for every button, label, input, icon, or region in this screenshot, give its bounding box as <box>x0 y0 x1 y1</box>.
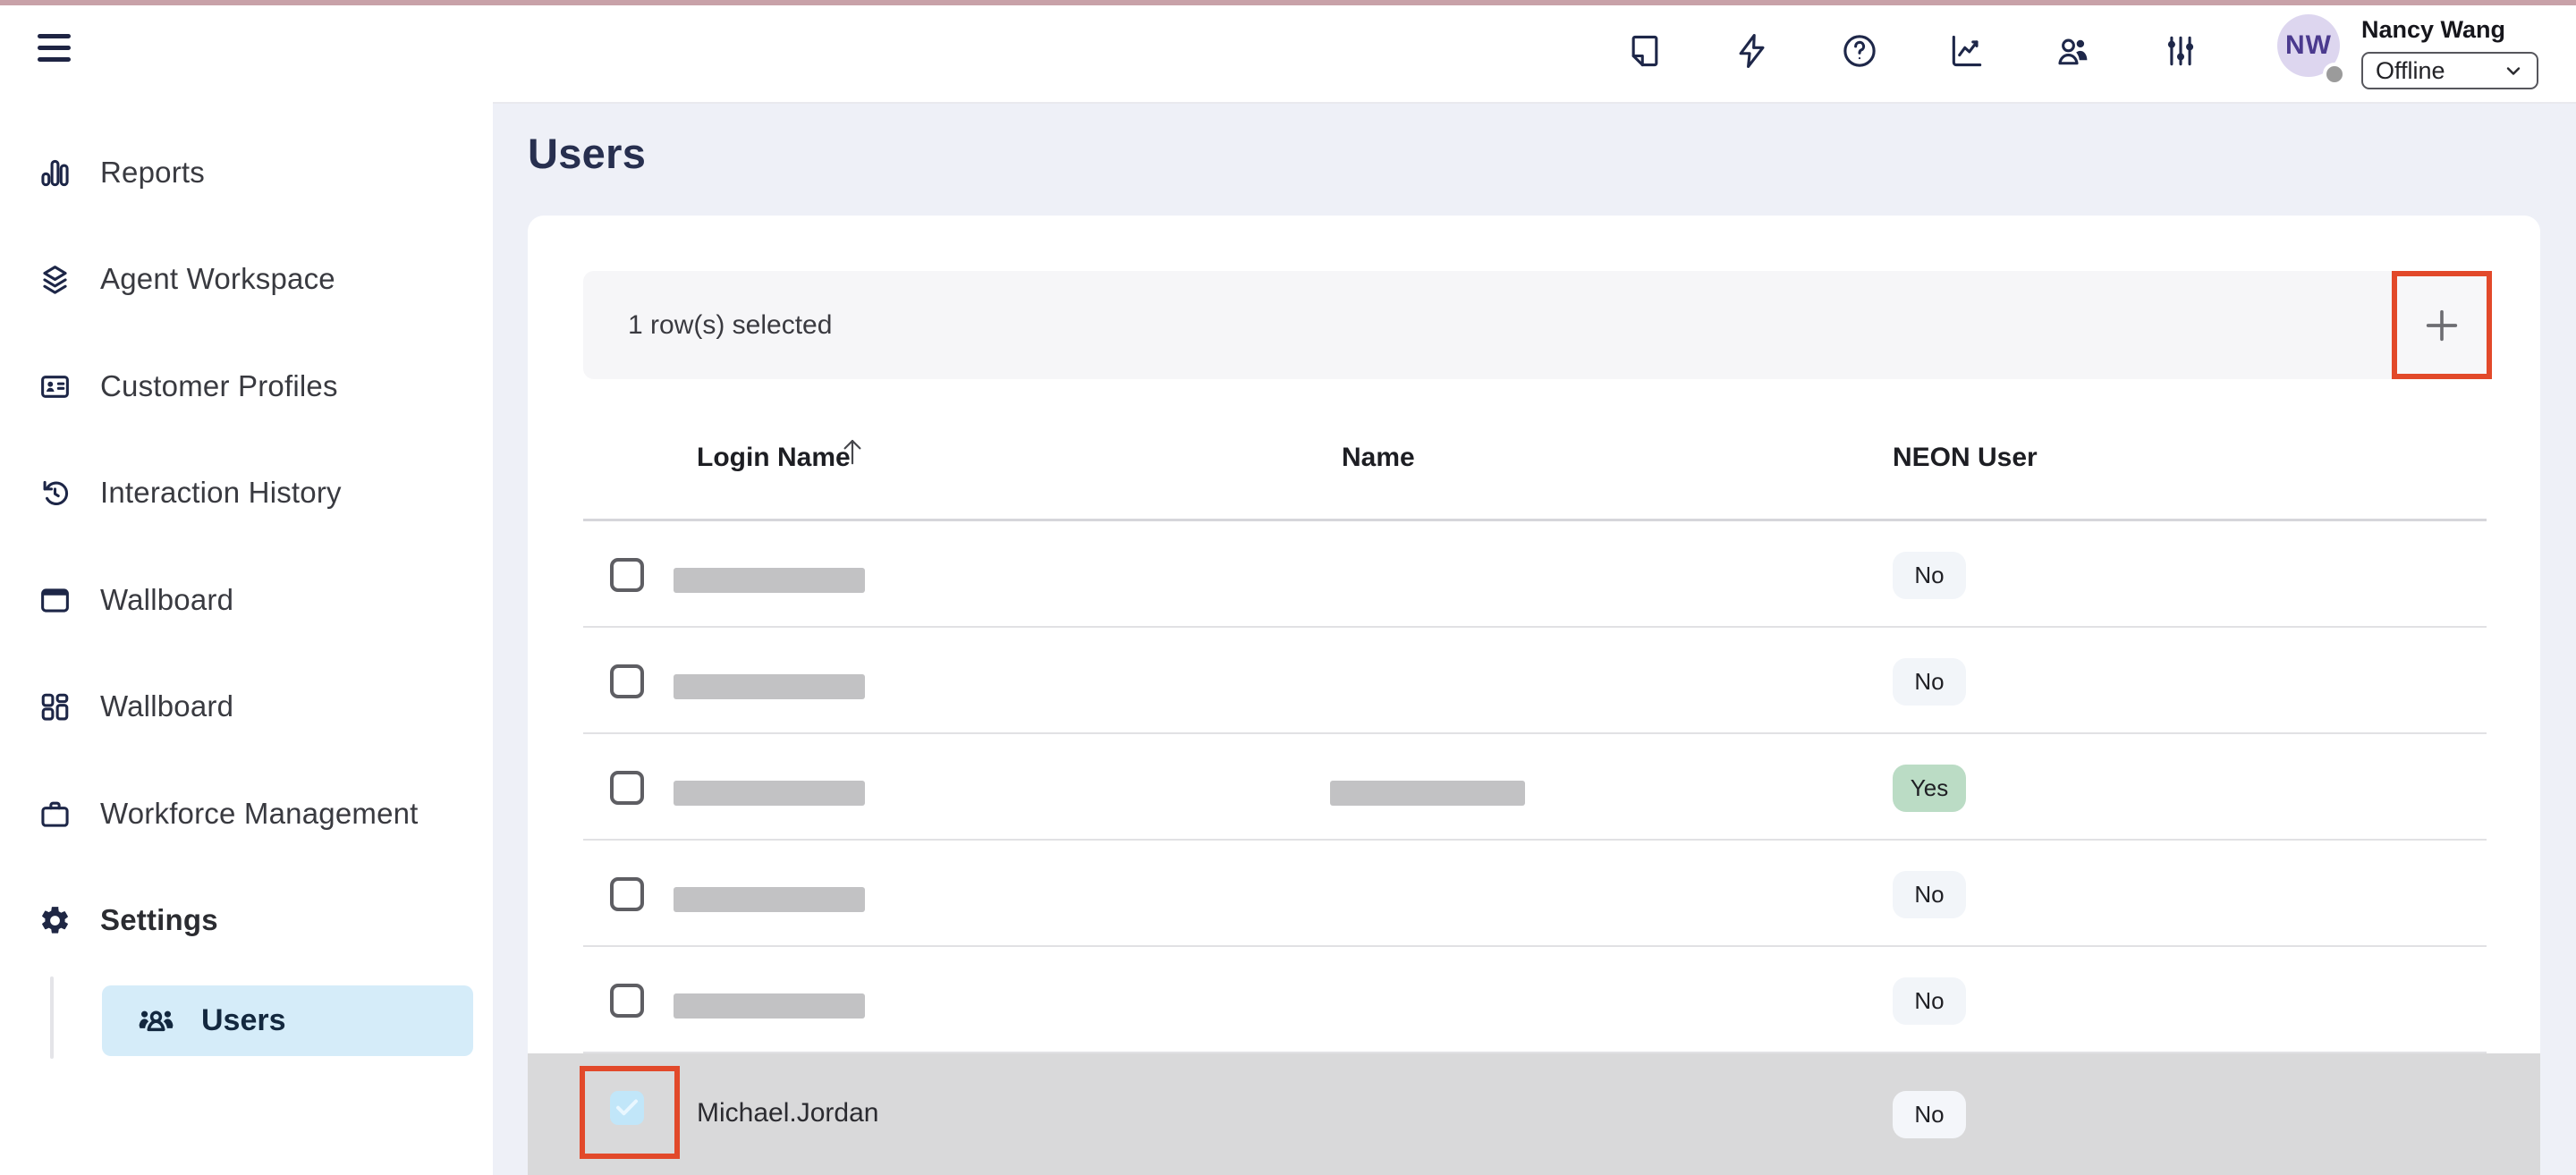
add-user-button[interactable] <box>2392 271 2492 379</box>
sidebar-item-label: Workforce Management <box>100 797 419 831</box>
table-row[interactable]: No <box>528 841 2540 947</box>
row-checkbox[interactable] <box>610 984 644 1018</box>
history-icon <box>38 477 72 510</box>
supervisor-users-icon[interactable] <box>2054 31 2093 71</box>
column-header-neon-user[interactable]: NEON User <box>1893 439 2038 477</box>
users-group-icon <box>136 1004 176 1038</box>
sort-asc-icon[interactable] <box>839 435 866 468</box>
hamburger-menu-icon[interactable] <box>38 34 71 73</box>
topbar: NW Nancy Wang Offline <box>493 5 2576 104</box>
presence-dot <box>2323 63 2346 86</box>
column-header-name[interactable]: Name <box>1342 439 1415 477</box>
avatar-initials: NW <box>2285 30 2332 61</box>
sidebar-item-wallboard[interactable]: Wallboard <box>0 579 493 621</box>
sidebar-item-label: Customer Profiles <box>100 369 338 403</box>
sidebar-item-settings[interactable]: Settings <box>0 899 493 942</box>
help-icon[interactable] <box>1840 31 1879 71</box>
neon-user-badge: No <box>1893 1091 1966 1138</box>
redacted-login-name <box>674 568 865 593</box>
table-row[interactable]: No <box>528 947 2540 1053</box>
column-header-login-name[interactable]: Login Name <box>697 439 851 477</box>
sidebar: Reports Agent Workspace Customer Profile… <box>0 5 493 1175</box>
neon-user-badge: No <box>1893 977 1966 1025</box>
subnav-indent-line <box>50 976 54 1059</box>
redacted-login-name <box>674 993 865 1019</box>
sidebar-item-label: Wallboard <box>100 583 233 617</box>
preferences-sliders-icon[interactable] <box>2161 31 2200 71</box>
sidebar-item-reports[interactable]: Reports <box>0 151 493 194</box>
quick-actions-icon[interactable] <box>1733 31 1772 71</box>
redacted-login-name <box>674 781 865 806</box>
neon-user-badge: Yes <box>1893 765 1966 812</box>
table-row[interactable]: Yes <box>528 734 2540 841</box>
redacted-login-name <box>674 674 865 699</box>
check-icon <box>614 1095 640 1121</box>
sidebar-item-users[interactable]: Users <box>102 985 473 1056</box>
analytics-icon[interactable] <box>1947 31 1987 71</box>
redacted-name <box>1330 781 1525 806</box>
sidebar-item-label: Reports <box>100 156 205 190</box>
briefcase-icon <box>38 798 72 831</box>
sidebar-item-wallboard-2[interactable]: Wallboard <box>0 685 493 728</box>
neon-user-badge: No <box>1893 658 1966 706</box>
table-row[interactable]: No <box>528 628 2540 734</box>
row-checkbox[interactable] <box>610 877 644 911</box>
plus-icon <box>2421 305 2462 346</box>
notes-icon[interactable] <box>1625 31 1665 71</box>
sidebar-item-interaction-history[interactable]: Interaction History <box>0 471 493 514</box>
user-name: Nancy Wang <box>2361 16 2505 44</box>
selection-toolbar: 1 row(s) selected <box>583 271 2392 379</box>
status-select[interactable]: Offline <box>2361 52 2538 89</box>
id-card-icon <box>38 370 72 403</box>
chevron-down-icon <box>2503 60 2524 81</box>
row-checkbox[interactable] <box>610 664 644 698</box>
neon-user-badge: No <box>1893 871 1966 918</box>
sidebar-item-label: Wallboard <box>100 689 233 723</box>
selected-row-checkbox[interactable] <box>610 1091 644 1125</box>
sidebar-item-label: Interaction History <box>100 476 342 510</box>
sidebar-item-agent-workspace[interactable]: Agent Workspace <box>0 258 493 300</box>
table-row[interactable]: No <box>528 521 2540 628</box>
row-checkbox[interactable] <box>610 558 644 592</box>
selection-count-text: 1 row(s) selected <box>628 310 832 341</box>
status-select-value: Offline <box>2376 57 2503 85</box>
table-row-selected[interactable]: Michael.Jordan No <box>528 1053 2540 1175</box>
redacted-login-name <box>674 887 865 912</box>
page-title: Users <box>528 129 646 178</box>
sidebar-item-label: Users <box>201 1003 286 1038</box>
row-checkbox[interactable] <box>610 771 644 805</box>
sidebar-item-workforce-management[interactable]: Workforce Management <box>0 792 493 835</box>
neon-user-badge: No <box>1893 552 1966 599</box>
login-name-text: Michael.Jordan <box>697 1098 878 1129</box>
layers-icon <box>38 263 72 296</box>
bar-chart-icon <box>38 156 72 190</box>
gear-icon <box>38 904 72 937</box>
main-content: Users 1 row(s) selected Login Name Name … <box>493 102 2576 1175</box>
users-card: 1 row(s) selected Login Name Name NEON U… <box>528 216 2540 1175</box>
browser-window-icon <box>38 584 72 617</box>
sidebar-item-label: Agent Workspace <box>100 262 335 296</box>
dashboard-grid-icon <box>38 690 72 723</box>
sidebar-item-label: Settings <box>100 903 218 937</box>
sidebar-item-customer-profiles[interactable]: Customer Profiles <box>0 365 493 408</box>
